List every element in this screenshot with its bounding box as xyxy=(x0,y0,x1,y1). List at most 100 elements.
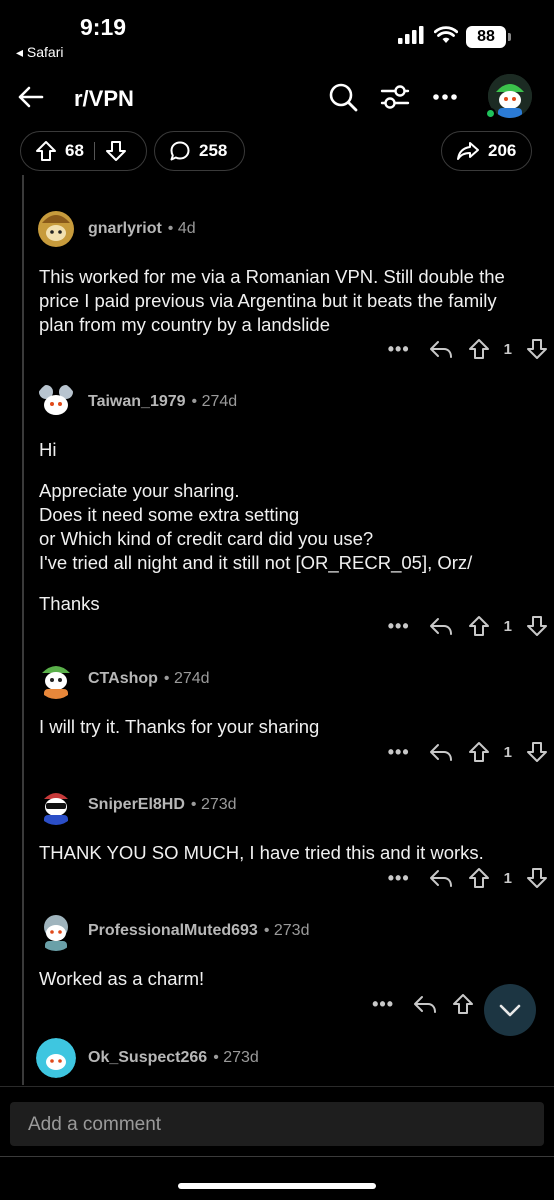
comment-body: Worked as a charm! xyxy=(36,967,536,991)
search-icon[interactable] xyxy=(326,80,360,114)
comments-pill[interactable]: 258 xyxy=(154,131,245,171)
add-comment-input[interactable]: Add a comment xyxy=(10,1102,544,1146)
divider xyxy=(0,1086,554,1087)
commenter-avatar[interactable] xyxy=(36,911,76,951)
comment-thread: ••• ⤺ ⇧ ⇩ gnarlyriot • 4d This worked fo… xyxy=(0,175,554,1085)
more-icon[interactable] xyxy=(428,80,462,114)
comment-text: This worked for me via a Romanian VPN. S… xyxy=(39,266,505,335)
vote-pill: 68 xyxy=(20,131,147,171)
comment-timestamp: • 274d xyxy=(163,670,210,687)
comment-actions: ••• 1 xyxy=(388,611,550,641)
vote-count: 1 xyxy=(503,743,512,761)
comment-actions: ••• xyxy=(372,989,476,1019)
reply-icon[interactable] xyxy=(428,867,454,889)
comment-body: THANK YOU SO MUCH, I have tried this and… xyxy=(36,841,536,865)
back-to-safari-link[interactable]: ◂ Safari xyxy=(16,44,64,61)
upvote-icon[interactable] xyxy=(466,741,492,763)
comment-text: Worked as a charm! xyxy=(39,968,205,989)
reply-icon[interactable] xyxy=(428,338,454,360)
comment-username[interactable]: gnarlyriot xyxy=(88,220,162,238)
prev-more-icon: ••• xyxy=(389,175,404,178)
downvote-icon[interactable] xyxy=(524,867,550,889)
comment-text: I will try it. Thanks for your sharing xyxy=(39,716,320,737)
downvote-icon[interactable] xyxy=(524,615,550,637)
filter-icon[interactable] xyxy=(378,80,412,114)
downvote-icon[interactable] xyxy=(524,338,550,360)
comment-body: I will try it. Thanks for your sharing xyxy=(36,715,536,739)
comment-timestamp: • 273d xyxy=(263,922,310,939)
share-icon xyxy=(457,142,479,160)
comment-text: Appreciate your sharing. Does it need so… xyxy=(39,480,473,573)
upvote-icon[interactable] xyxy=(466,615,492,637)
upvote-icon[interactable] xyxy=(35,140,57,162)
comment-actions: ••• 1 xyxy=(388,863,550,893)
downvote-icon[interactable] xyxy=(524,741,550,763)
more-options-icon[interactable]: ••• xyxy=(388,868,410,889)
comment-header: Ok_Suspect266 • 273d xyxy=(36,1036,536,1080)
comment-header: Taiwan_1979 • 274d xyxy=(36,380,536,424)
status-time: 9:19 xyxy=(80,14,127,40)
upvote-count: 68 xyxy=(65,141,84,160)
commenter-avatar[interactable] xyxy=(36,209,76,249)
comment-item: gnarlyriot • 4d This worked for me via a… xyxy=(36,207,536,354)
comment-username[interactable]: CTAshop xyxy=(88,670,158,688)
comment-body: This worked for me via a Romanian VPN. S… xyxy=(36,265,536,337)
comment-header: gnarlyriot • 4d xyxy=(36,207,536,251)
comment-header: ProfessionalMuted693 • 273d xyxy=(36,909,536,953)
comment-header: SniperEl8HD • 273d xyxy=(36,783,536,827)
signal-icon xyxy=(398,26,424,44)
divider xyxy=(0,1156,554,1157)
comment-bubble-icon xyxy=(170,141,190,161)
comment-count: 258 xyxy=(199,141,228,160)
comment-username[interactable]: Ok_Suspect266 xyxy=(88,1049,207,1067)
vote-count: 1 xyxy=(503,340,512,358)
more-options-icon[interactable]: ••• xyxy=(388,616,410,637)
vote-divider xyxy=(93,142,95,160)
more-options-icon[interactable]: ••• xyxy=(372,994,394,1015)
commenter-avatar[interactable] xyxy=(36,382,76,422)
comment-timestamp: • 4d xyxy=(167,220,196,237)
commenter-avatar[interactable] xyxy=(36,1038,76,1078)
reply-icon[interactable] xyxy=(428,741,454,763)
status-bar: 9:19 ◂ Safari 88 xyxy=(0,0,554,66)
share-pill[interactable]: 206 xyxy=(441,131,532,171)
comment-timestamp: • 273d xyxy=(213,1049,259,1066)
online-status-dot xyxy=(485,108,496,119)
thread-line xyxy=(22,175,24,1085)
previous-comment-actions: ••• ⤺ ⇧ ⇩ xyxy=(389,175,532,178)
comment-body: Hi Appreciate your sharing. Does it need… xyxy=(36,438,536,616)
more-options-icon[interactable]: ••• xyxy=(388,742,410,763)
vote-count: 1 xyxy=(503,869,512,887)
camera-dot xyxy=(367,824,372,829)
wifi-icon xyxy=(434,26,458,43)
comment-item: Taiwan_1979 • 274d Hi Appreciate your sh… xyxy=(36,380,536,633)
upvote-icon[interactable] xyxy=(466,867,492,889)
commenter-avatar[interactable] xyxy=(36,659,76,699)
battery-indicator: 88 xyxy=(466,26,506,48)
vote-count: 1 xyxy=(503,617,512,635)
upvote-icon[interactable] xyxy=(450,993,476,1015)
prev-reply-icon: ⤺ xyxy=(434,175,449,178)
comment-username[interactable]: Taiwan_1979 xyxy=(88,393,186,411)
comment-text: THANK YOU SO MUCH, I have tried this and… xyxy=(39,842,484,863)
reply-icon[interactable] xyxy=(428,615,454,637)
upvote-icon[interactable] xyxy=(466,338,492,360)
prev-vote-icon: ⇧ xyxy=(479,175,491,178)
downvote-icon[interactable] xyxy=(105,140,127,162)
battery-tip xyxy=(508,33,511,41)
comment-timestamp: • 273d xyxy=(190,796,237,813)
commenter-avatar[interactable] xyxy=(36,785,76,825)
home-indicator[interactable] xyxy=(178,1183,376,1189)
comment-item: Ok_Suspect266 • 273d xyxy=(36,1036,536,1080)
share-count: 206 xyxy=(488,141,517,160)
more-options-icon[interactable]: ••• xyxy=(388,339,410,360)
comment-username[interactable]: ProfessionalMuted693 xyxy=(88,922,258,940)
back-arrow-icon[interactable] xyxy=(14,80,48,114)
comment-username[interactable]: SniperEl8HD xyxy=(88,796,185,814)
comment-actions: ••• 1 xyxy=(388,334,550,364)
prev-downvote-icon: ⇩ xyxy=(520,175,532,178)
reply-icon[interactable] xyxy=(412,993,438,1015)
comment-header: CTAshop • 274d xyxy=(36,657,536,701)
scroll-to-next-button[interactable] xyxy=(484,984,536,1036)
subreddit-title[interactable]: r/VPN xyxy=(74,86,134,112)
